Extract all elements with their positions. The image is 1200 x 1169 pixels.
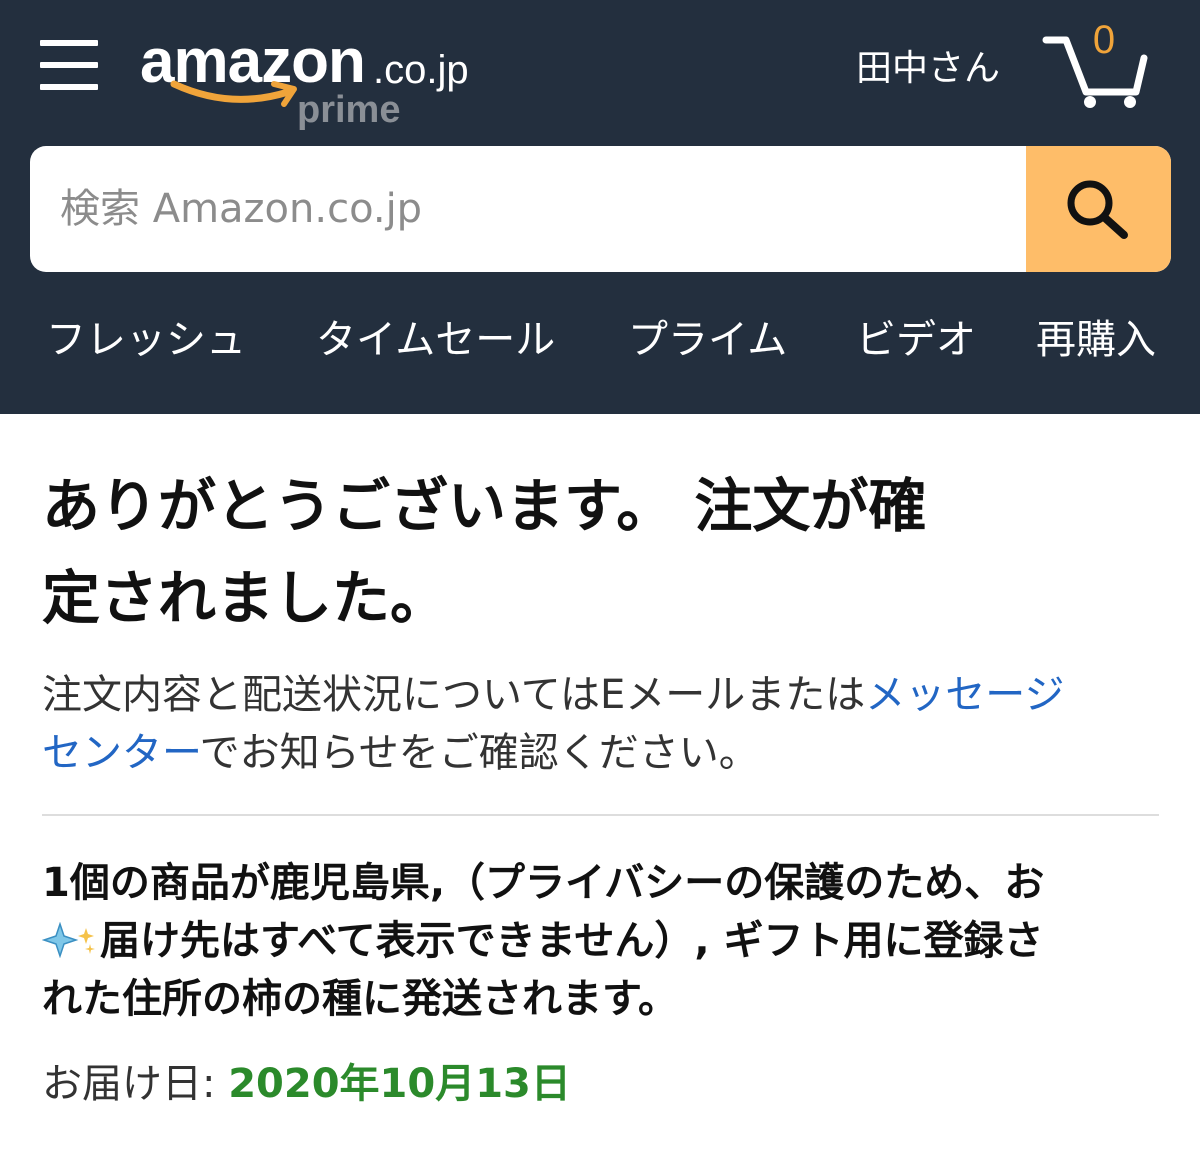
shipping-line-3: れた住所の柿の種に発送されます。: [42, 976, 678, 1022]
search-button[interactable]: [1026, 146, 1171, 272]
logo-smile-arrow-icon: [170, 80, 297, 107]
nav-item-video[interactable]: ビデオ: [856, 310, 976, 370]
search-input[interactable]: [30, 146, 1026, 272]
message-center-link[interactable]: メッセージ: [865, 672, 1064, 718]
page-title-line-2: 定されました。: [42, 564, 449, 632]
nav-item-timesale[interactable]: タイムセール: [316, 310, 555, 370]
info-text: 注文内容と配送状況についてはEメールまたは: [42, 672, 866, 718]
amazon-prime-logo[interactable]: amazon .co.jp prime: [140, 26, 500, 136]
search-bar: [30, 146, 1171, 272]
sparkle-icon: [42, 922, 95, 958]
page-title-line-1: ありがとうございます。 注文が確: [42, 472, 927, 540]
shipping-line-1: 1個の商品が鹿児島県,（プライバシーの保護のため、お: [42, 860, 1045, 906]
delivery-label: お届け日:: [42, 1061, 229, 1107]
delivery-date-row: お届け日: 2020年10月13日: [42, 1054, 571, 1114]
nav-item-prime[interactable]: プライム: [628, 310, 787, 370]
info-text-end: でお知らせをご確認ください。: [199, 730, 759, 776]
shipping-summary: 1個の商品が鹿児島県,（プライバシーの保護のため、お 届け先はすべて表示できませ…: [42, 854, 1152, 1028]
category-nav: フレッシュ タイムセール プライム ビデオ 再購入: [0, 310, 1200, 374]
message-center-link-continued[interactable]: センター: [42, 730, 200, 776]
notification-info: 注文内容と配送状況についてはEメールまたはメッセージセンターでお知らせをご確認く…: [42, 666, 1162, 782]
top-header: amazon .co.jp prime 田中さん 0 フレッシュ タイムセール …: [0, 0, 1200, 414]
magnifier-icon: [1067, 180, 1128, 239]
nav-item-reorder[interactable]: 再購入: [1036, 310, 1156, 370]
divider: [42, 814, 1159, 816]
logo-prime: prime: [297, 89, 401, 131]
page-title: ありがとうございます。 注文が確 定されました。: [42, 460, 1142, 644]
nav-item-fresh[interactable]: フレッシュ: [46, 310, 246, 370]
hamburger-menu-icon[interactable]: [40, 40, 100, 94]
shipping-line-2: 届け先はすべて表示できません）, ギフト用に登録さ: [100, 918, 1044, 964]
delivery-date: 2020年10月13日: [228, 1061, 571, 1107]
cart-button[interactable]: 0: [1040, 18, 1150, 110]
account-greeting[interactable]: 田中さん: [856, 44, 1000, 94]
cart-count-badge: 0: [1092, 18, 1116, 62]
